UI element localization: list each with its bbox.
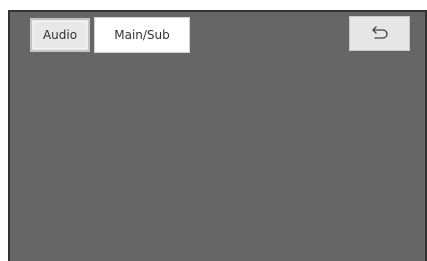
audio-button[interactable]: Audio	[30, 18, 90, 52]
main-sub-button[interactable]: Main/Sub	[94, 17, 190, 53]
back-arrow-icon	[371, 25, 389, 42]
display-screen: Audio Main/Sub	[8, 10, 427, 261]
main-sub-button-label: Main/Sub	[114, 28, 170, 42]
audio-button-label: Audio	[42, 28, 78, 42]
back-button[interactable]	[349, 16, 410, 51]
